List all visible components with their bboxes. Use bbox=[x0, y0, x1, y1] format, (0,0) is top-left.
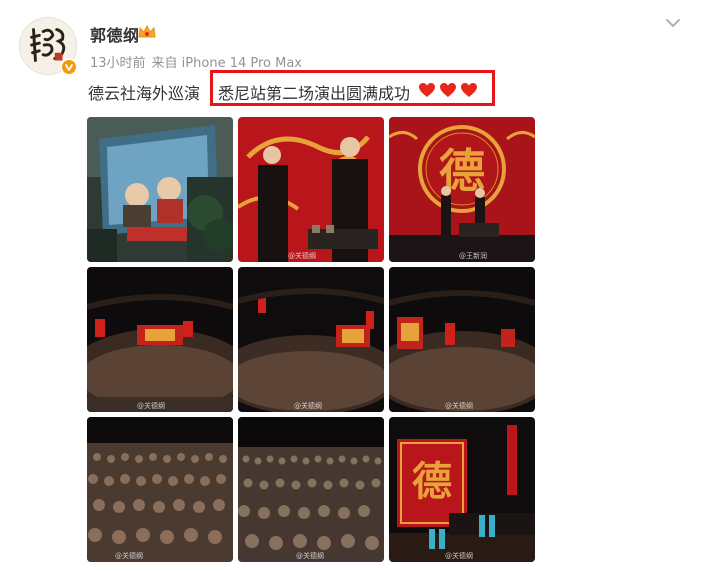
author-name[interactable]: 郭德纲 bbox=[90, 22, 140, 46]
photo-thumbnail-4[interactable]: @关德纲 bbox=[87, 267, 233, 412]
post-time[interactable]: 13小时前 bbox=[90, 56, 146, 71]
post-meta: 13小时前 来自 iPhone 14 Pro Max bbox=[90, 52, 308, 71]
heart-icon bbox=[440, 83, 456, 97]
photo-thumbnail-8[interactable]: @关德纲 bbox=[238, 417, 384, 562]
photo-thumbnail-2[interactable]: @关德纲 bbox=[238, 117, 384, 262]
photo-watermark: @关德纲 bbox=[296, 552, 324, 560]
photo-thumbnail-3[interactable]: 德 @王新润 bbox=[389, 117, 535, 262]
photo-thumbnail-9[interactable]: 德 @关德纲 bbox=[389, 417, 535, 562]
photo-watermark: @关德纲 bbox=[137, 402, 165, 410]
avatar[interactable] bbox=[19, 17, 78, 76]
heart-icon bbox=[461, 83, 477, 97]
crown-icon bbox=[138, 24, 156, 38]
heart-icon bbox=[419, 83, 435, 97]
photo-watermark: @关德纲 bbox=[294, 402, 322, 410]
verified-badge-icon bbox=[60, 58, 78, 76]
post-source: 来自 iPhone 14 Pro Max bbox=[151, 56, 302, 71]
chevron-down-icon[interactable] bbox=[662, 14, 684, 32]
photo-thumbnail-1[interactable] bbox=[87, 117, 233, 262]
hearts-emoji-group bbox=[418, 82, 478, 98]
post-text: 德云社海外巡演 bbox=[88, 84, 201, 103]
weibo-post: 郭德纲 13小时前 来自 iPhone 14 Pro Max 德云社海外巡演 悉尼… bbox=[0, 0, 706, 572]
photo-watermark: @关德纲 bbox=[115, 552, 143, 560]
photo-watermark: @关德纲 bbox=[445, 402, 473, 410]
svg-text:德: 德 bbox=[412, 459, 452, 505]
photo-thumbnail-5[interactable]: @关德纲 bbox=[238, 267, 384, 412]
photo-grid: @关德纲 德 @王新润 @关德纲 @关德纲 @关德纲 @关德纲 @关德纲 德 @… bbox=[87, 117, 535, 564]
photo-watermark: @关德纲 bbox=[445, 552, 473, 560]
photo-watermark: @关德纲 bbox=[288, 252, 316, 260]
photo-thumbnail-6[interactable]: @关德纲 bbox=[389, 267, 535, 412]
photo-thumbnail-7[interactable]: @关德纲 bbox=[87, 417, 233, 562]
photo-watermark: @王新润 bbox=[459, 252, 487, 260]
